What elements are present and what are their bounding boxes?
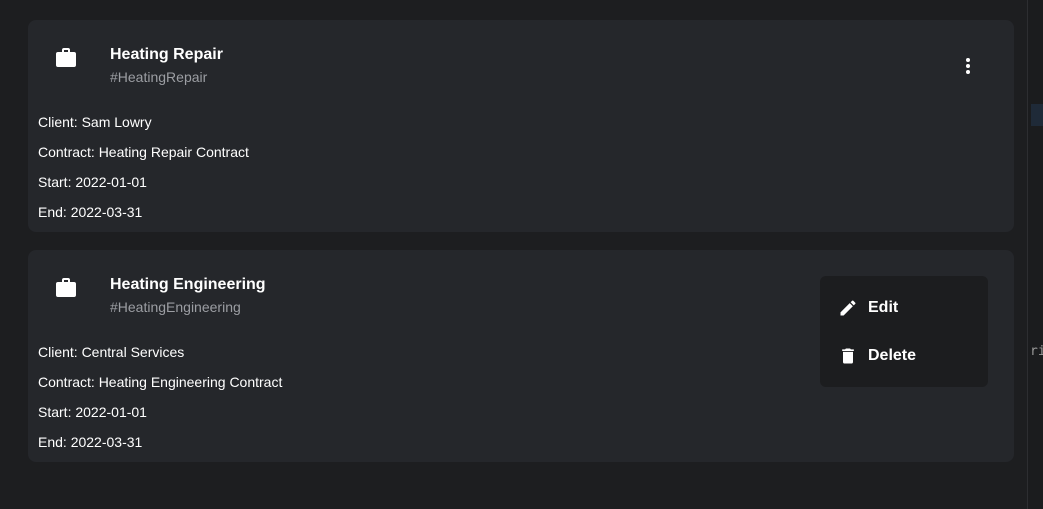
pencil-icon: [840, 300, 856, 316]
card-details: Client: Central Services Contract: Heati…: [38, 342, 282, 462]
card-start-date: Start: 2022-01-01: [38, 174, 147, 190]
card-contract: Contract: Heating Engineering Contract: [38, 374, 283, 390]
edit-label: Edit: [868, 299, 899, 316]
editor-code-snippet: rit: [1030, 344, 1043, 359]
project-card: Heating Repair #HeatingRepair Client: Sa…: [28, 20, 1014, 232]
trash-icon: [842, 348, 854, 364]
card-tag: #HeatingEngineering: [110, 299, 241, 315]
more-options-button[interactable]: [956, 54, 980, 78]
editor-selection-highlight: [1031, 104, 1043, 126]
card-details: Client: Sam Lowry Contract: Heating Repa…: [38, 112, 249, 232]
delete-menu-item[interactable]: Delete: [820, 334, 988, 378]
edit-menu-item[interactable]: Edit: [820, 286, 988, 330]
card-tag: #HeatingRepair: [110, 69, 208, 85]
card-title: Heating Engineering: [110, 276, 266, 293]
card-context-menu: Edit Delete: [820, 276, 988, 387]
card-end-date: End: 2022-03-31: [38, 204, 143, 220]
card-client: Client: Sam Lowry: [38, 114, 152, 130]
delete-label: Delete: [868, 347, 917, 364]
briefcase-icon: [56, 278, 76, 297]
card-title: Heating Repair: [110, 46, 223, 63]
briefcase-icon: [56, 48, 76, 67]
editor-edge-panel: rit: [1027, 0, 1043, 509]
more-vertical-icon: [966, 58, 970, 74]
card-end-date: End: 2022-03-31: [38, 434, 143, 450]
card-start-date: Start: 2022-01-01: [38, 404, 147, 420]
card-client: Client: Central Services: [38, 344, 185, 360]
card-contract: Contract: Heating Repair Contract: [38, 144, 249, 160]
